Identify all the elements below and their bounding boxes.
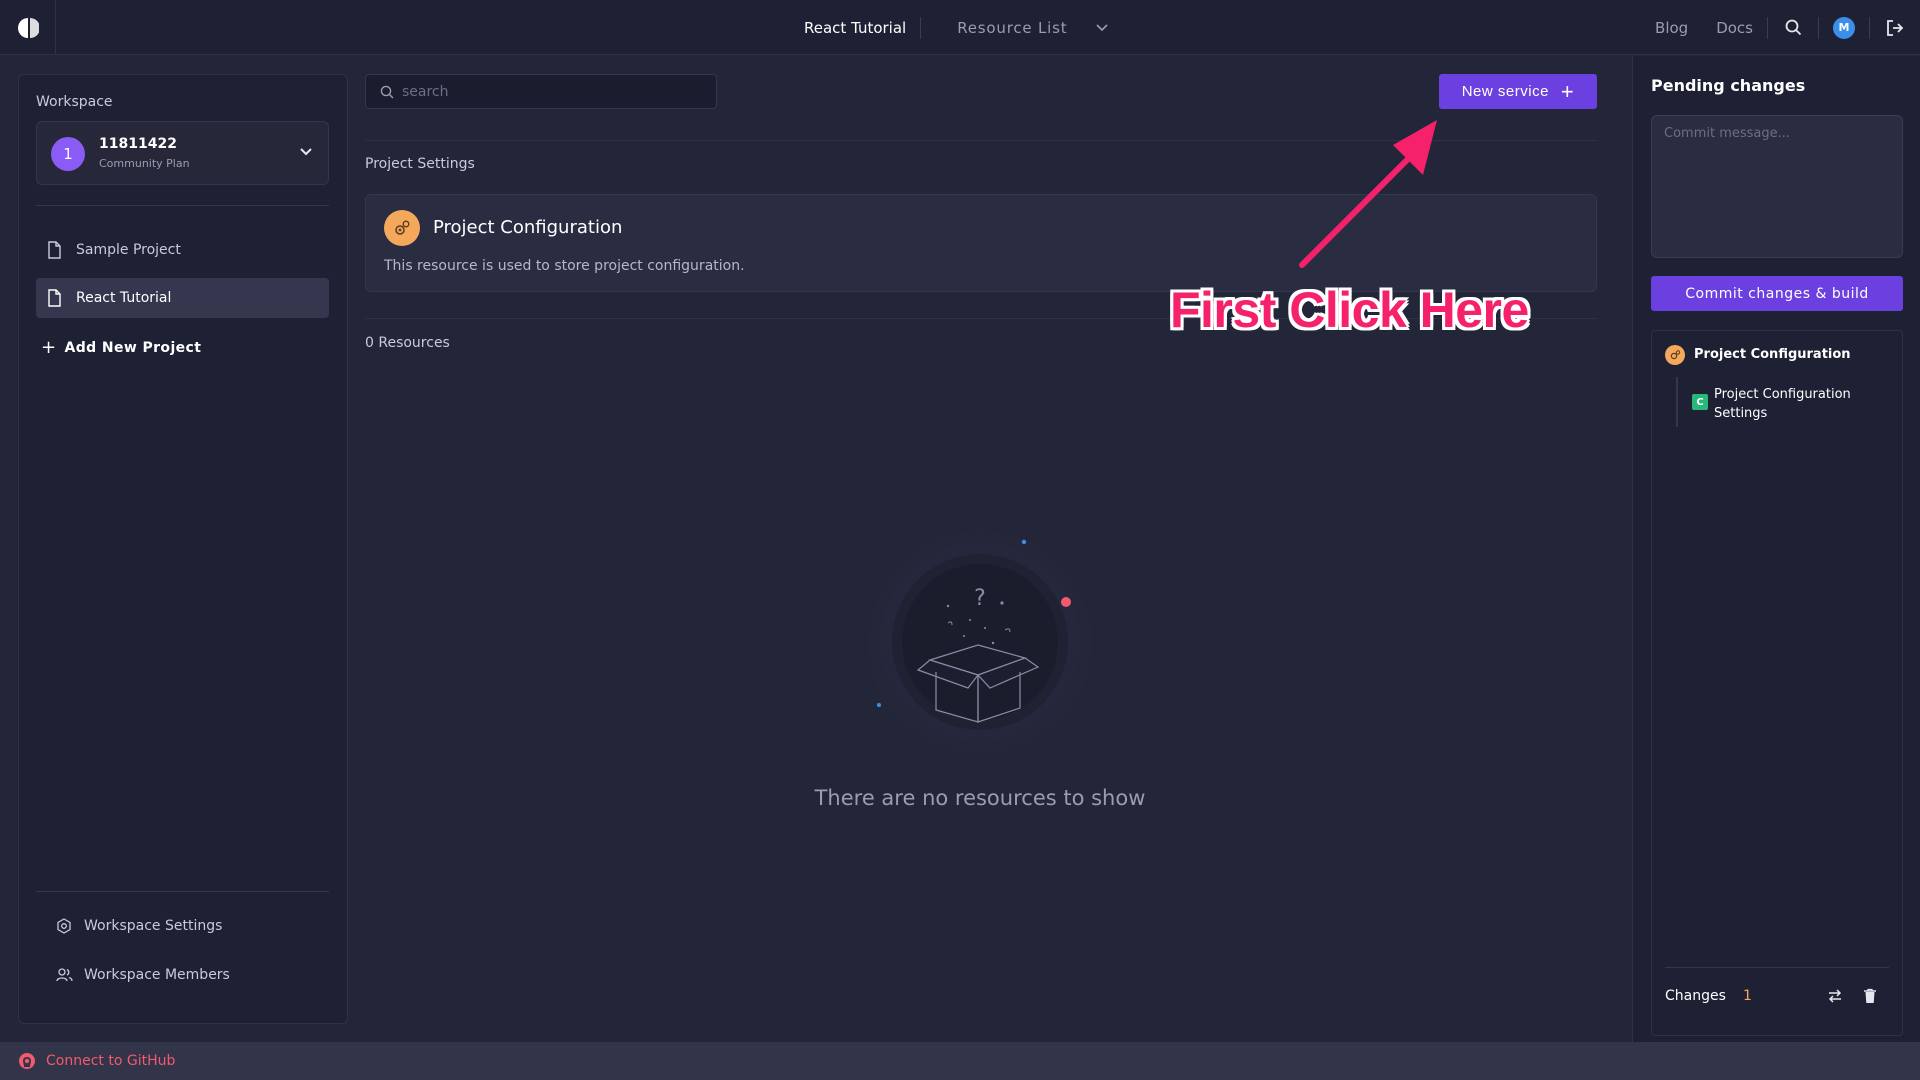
config-gears-icon [1665,345,1685,365]
sidebar-item-sample-project[interactable]: Sample Project [36,230,329,270]
change-item-title[interactable]: Project Configuration [1694,347,1851,362]
tree-line [1676,377,1678,427]
logo-icon [17,17,39,38]
tab-react-tutorial[interactable]: React Tutorial [790,19,920,37]
divider [36,891,329,892]
panel-title: Pending changes [1651,76,1806,95]
workspace-sidebar: Workspace 1 11811422 Community Plan Samp… [18,74,348,1024]
workspace-selector[interactable]: 1 11811422 Community Plan [36,121,329,185]
workspace-settings-link[interactable]: Workspace Settings [56,918,222,934]
chevron-down-icon[interactable] [1095,21,1109,35]
divider [36,205,329,206]
gear-icon [56,918,74,934]
blog-link[interactable]: Blog [1641,19,1702,37]
github-icon[interactable] [18,1052,36,1070]
user-avatar[interactable]: M [1819,16,1869,39]
search-input[interactable] [402,83,702,100]
add-new-project-button[interactable]: + Add New Project [41,337,201,358]
users-icon [56,967,74,983]
sidebar-item-label: Sample Project [76,242,181,258]
document-icon [46,241,64,259]
search-input-container[interactable] [365,74,717,109]
compare-icon[interactable] [1827,988,1843,1004]
resource-count: 0 Resources [365,335,450,351]
plus-icon: + [41,337,57,358]
empty-state-message: There are no resources to show [814,786,1146,810]
divider [1665,967,1889,968]
workspace-name: 11811422 [99,136,177,152]
change-type-badge: C [1692,394,1708,410]
workspace-label: Workspace [36,94,113,110]
plus-icon: + [1560,78,1575,104]
resource-list-dropdown[interactable]: Resource List [921,19,1081,37]
logout-icon[interactable] [1870,19,1920,37]
bottom-bar: Connect to GitHub [0,1042,1920,1080]
changes-label: Changes [1665,988,1726,1004]
sidebar-item-label: React Tutorial [76,290,172,306]
docs-link[interactable]: Docs [1702,19,1767,37]
workspace-members-link[interactable]: Workspace Members [56,967,230,983]
search-icon [380,85,394,99]
sidebar-item-react-tutorial[interactable]: React Tutorial [36,278,329,318]
commit-message-input[interactable] [1651,115,1903,258]
changes-count: 1 [1743,988,1752,1004]
app-logo[interactable] [0,0,56,55]
workspace-members-label: Workspace Members [84,967,230,983]
project-switcher: React Tutorial Resource List [790,0,1109,55]
annotation-label: First Click Here [1170,282,1529,338]
card-title: Project Configuration [433,217,623,238]
avatar: M [1833,16,1855,39]
annotation-arrow [1290,115,1450,279]
changes-list: Project Configuration C Project Configur… [1651,330,1903,1036]
pending-changes-panel: Pending changes Commit changes & build P… [1632,56,1920,1042]
svg-text:?: ? [974,586,986,611]
config-gears-icon [384,210,420,246]
commit-changes-button[interactable]: Commit changes & build [1651,276,1903,311]
card-description: This resource is used to store project c… [384,258,745,274]
new-service-button[interactable]: New service + [1439,74,1597,109]
search-icon[interactable] [1768,19,1818,36]
new-service-label: New service [1461,83,1549,100]
workspace-avatar: 1 [51,137,85,171]
top-right-nav: Blog Docs M [1641,0,1920,55]
workspace-plan: Community Plan [99,157,190,170]
trash-icon[interactable] [1863,988,1877,1004]
workspace-settings-label: Workspace Settings [84,918,223,934]
top-bar: React Tutorial Resource List Blog Docs M [0,0,1920,55]
change-sub-item[interactable]: Project Configuration Settings [1714,385,1884,423]
document-icon [46,289,64,307]
add-project-label: Add New Project [64,339,202,356]
section-title: Project Settings [365,156,475,172]
connect-github-link[interactable]: Connect to GitHub [46,1053,175,1069]
empty-box-illustration: ? [860,530,1100,760]
chevron-down-icon[interactable] [298,144,314,160]
